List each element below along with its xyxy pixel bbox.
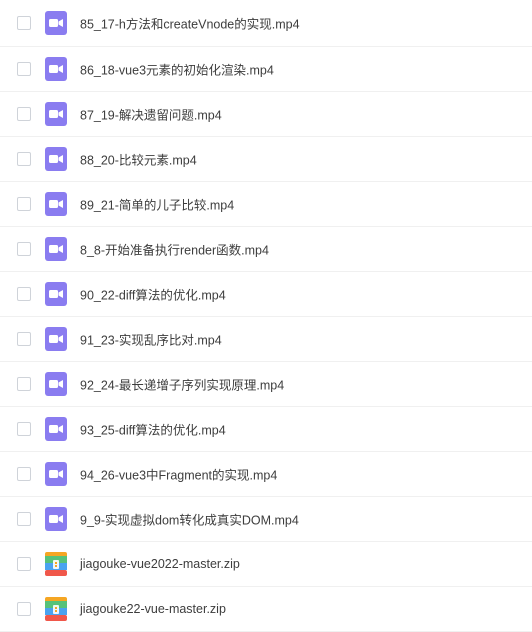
file-name[interactable]: 9_9-实现虚拟dom转化成真实DOM.mp4 [80,510,299,529]
video-file-icon [45,417,67,441]
video-file-icon [45,102,67,126]
file-row[interactable]: jiagouke-vue2022-master.zip [0,542,532,587]
file-name[interactable]: 92_24-最长递增子序列实现原理.mp4 [80,375,284,394]
row-checkbox[interactable] [17,152,31,166]
zip-file-icon [45,597,67,621]
video-file-icon [45,57,67,81]
file-name[interactable]: 93_25-diff算法的优化.mp4 [80,420,226,439]
row-checkbox[interactable] [17,16,31,30]
file-name[interactable]: 89_21-简单的儿子比较.mp4 [80,195,234,214]
row-checkbox[interactable] [17,287,31,301]
file-name[interactable]: 88_20-比较元素.mp4 [80,150,197,169]
row-checkbox[interactable] [17,332,31,346]
file-name[interactable]: 8_8-开始准备执行render函数.mp4 [80,240,269,259]
file-row[interactable]: 92_24-最长递增子序列实现原理.mp4 [0,362,532,407]
row-checkbox[interactable] [17,557,31,571]
file-row[interactable]: 89_21-简单的儿子比较.mp4 [0,182,532,227]
file-name[interactable]: jiagouke22-vue-master.zip [80,602,226,616]
row-checkbox[interactable] [17,197,31,211]
row-checkbox[interactable] [17,242,31,256]
row-checkbox[interactable] [17,422,31,436]
video-file-icon [45,192,67,216]
file-name[interactable]: 91_23-实现乱序比对.mp4 [80,330,222,349]
video-file-icon [45,462,67,486]
file-row[interactable]: 87_19-解决遗留问题.mp4 [0,92,532,137]
video-file-icon [45,237,67,261]
row-checkbox[interactable] [17,107,31,121]
file-name[interactable]: 87_19-解决遗留问题.mp4 [80,105,222,124]
row-checkbox[interactable] [17,602,31,616]
file-row[interactable]: 90_22-diff算法的优化.mp4 [0,272,532,317]
row-checkbox[interactable] [17,62,31,76]
file-row[interactable]: 86_18-vue3元素的初始化渲染.mp4 [0,47,532,92]
file-row[interactable]: 93_25-diff算法的优化.mp4 [0,407,532,452]
file-row[interactable]: 91_23-实现乱序比对.mp4 [0,317,532,362]
video-file-icon [45,372,67,396]
zip-file-icon [45,552,67,576]
video-file-icon [45,11,67,35]
file-row[interactable]: jiagouke22-vue-master.zip [0,587,532,632]
video-file-icon [45,507,67,531]
file-row[interactable]: 88_20-比较元素.mp4 [0,137,532,182]
video-file-icon [45,282,67,306]
file-name[interactable]: 90_22-diff算法的优化.mp4 [80,285,226,304]
video-file-icon [45,327,67,351]
file-name[interactable]: 86_18-vue3元素的初始化渲染.mp4 [80,60,274,79]
video-file-icon [45,147,67,171]
file-name[interactable]: 85_17-h方法和createVnode的实现.mp4 [80,14,300,33]
file-row[interactable]: 85_17-h方法和createVnode的实现.mp4 [0,0,532,47]
file-name[interactable]: 94_26-vue3中Fragment的实现.mp4 [80,465,277,484]
file-row[interactable]: 8_8-开始准备执行render函数.mp4 [0,227,532,272]
row-checkbox[interactable] [17,377,31,391]
row-checkbox[interactable] [17,512,31,526]
row-checkbox[interactable] [17,467,31,481]
file-row[interactable]: 94_26-vue3中Fragment的实现.mp4 [0,452,532,497]
file-row[interactable]: 9_9-实现虚拟dom转化成真实DOM.mp4 [0,497,532,542]
file-list: 85_17-h方法和createVnode的实现.mp4 86_18-vue3元… [0,0,532,632]
file-name[interactable]: jiagouke-vue2022-master.zip [80,557,240,571]
